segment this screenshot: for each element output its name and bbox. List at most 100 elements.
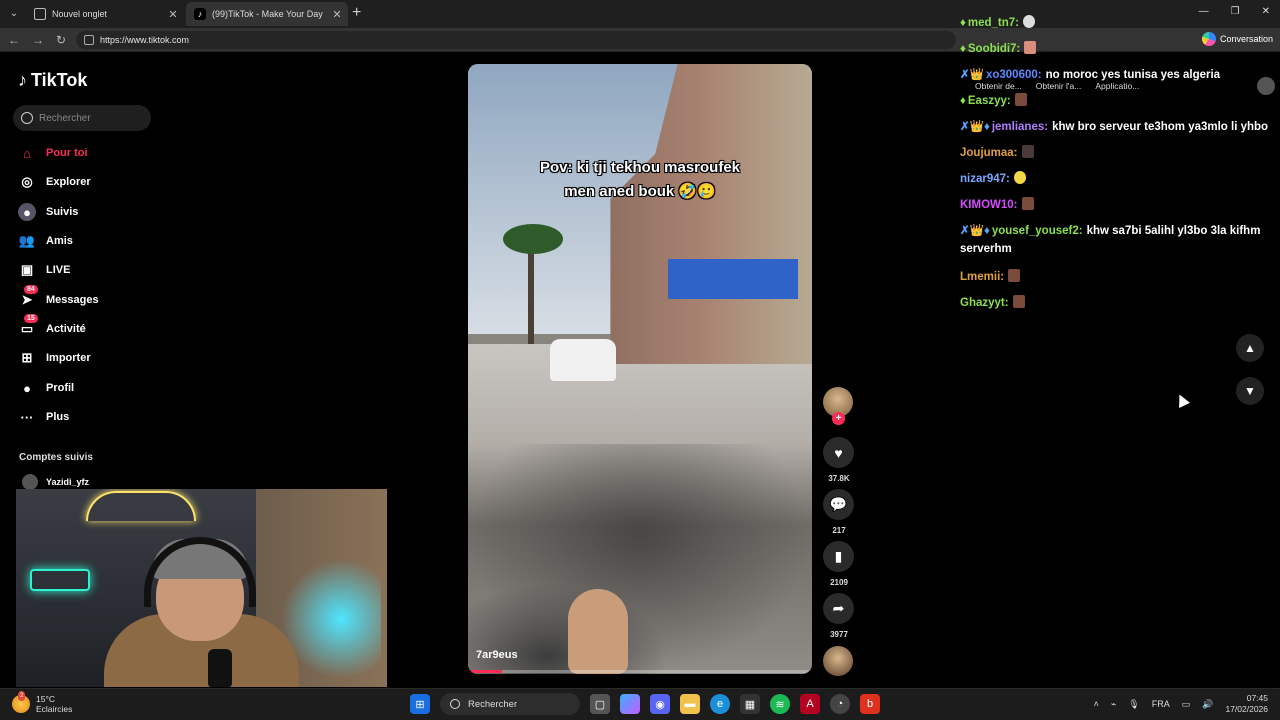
tiktok-note-icon: ♪	[18, 70, 27, 90]
store-icon[interactable]: ▦	[740, 694, 760, 714]
sidebar-item-explorer[interactable]: ◎ Explorer	[18, 171, 90, 193]
search-icon	[450, 699, 460, 709]
chat-text: khw bro serveur te3hom ya3mlo li yhbo	[1052, 121, 1269, 133]
save-count: 2109	[830, 578, 848, 587]
discord-icon[interactable]: ◉	[650, 694, 670, 714]
edge-browser-icon[interactable]: e	[710, 694, 730, 714]
volume-icon[interactable]: 🔊	[1202, 699, 1213, 710]
sidebar-item-importer[interactable]: ⊞ Importer	[18, 347, 91, 369]
video-player[interactable]: Pov: ki tji tekhou masroufek men aned bo…	[468, 64, 812, 674]
copilot-app-icon[interactable]	[620, 694, 640, 714]
chat-username: Lmemii:	[960, 271, 1005, 283]
back-arrow-icon[interactable]: ←	[8, 32, 20, 48]
address-bar[interactable]: https://www.tiktok.com	[76, 31, 956, 49]
webcam-overlay	[16, 489, 387, 687]
tab-actions-menu-icon[interactable]: ⌄	[6, 6, 22, 22]
followed-account-item[interactable]: Yazidi_yfz	[22, 474, 89, 490]
sidebar-item-label: Suivis	[46, 206, 79, 218]
tray-overflow-icon[interactable]: ˄	[1094, 699, 1099, 709]
share-arrow-icon: ➦	[832, 600, 845, 616]
extension-item[interactable]: Obtenir l'a...	[1036, 81, 1082, 91]
chat-badge: ♦	[960, 43, 966, 55]
refresh-icon[interactable]: ↻	[56, 32, 66, 48]
obs-icon[interactable]: ◔	[830, 694, 850, 714]
site-info-icon[interactable]	[84, 35, 94, 45]
video-hand	[568, 589, 628, 674]
close-tab-icon[interactable]: ✕	[330, 8, 344, 21]
profile-avatar-icon[interactable]	[1257, 77, 1275, 95]
comment-button[interactable]: 💬	[823, 489, 854, 520]
language-indicator[interactable]: FRA	[1152, 699, 1170, 709]
search-placeholder: Rechercher	[39, 112, 91, 124]
brand-name: TikTok	[31, 70, 88, 90]
tab-new-tab[interactable]: Nouvel onglet ✕	[26, 2, 184, 26]
video-palm-leaves	[503, 224, 563, 254]
chat-username: Easzyy:	[967, 95, 1011, 107]
save-button[interactable]: ▮	[823, 541, 854, 572]
sidebar-item-label: LIVE	[46, 264, 71, 276]
emote-icon	[1024, 41, 1037, 54]
emote-icon	[1023, 15, 1035, 28]
tiktok-logo[interactable]: ♪ TikTok	[18, 70, 87, 91]
weather-widget[interactable]: 2 15°C Eclaircies	[12, 691, 73, 714]
chat-badge: ✗👑♦	[960, 225, 990, 237]
spotify-icon[interactable]: ≋	[770, 694, 790, 714]
sound-disc[interactable]	[823, 646, 853, 676]
weather-desc: Eclaircies	[36, 704, 73, 714]
sidebar-item-label: Activité	[46, 323, 86, 335]
display-icon[interactable]: ▭	[1182, 699, 1191, 710]
followed-accounts-title: Comptes suivis	[19, 452, 93, 463]
chat-message: nizar947:	[960, 170, 1270, 188]
forward-arrow-icon[interactable]: →	[32, 32, 44, 48]
app-b-icon[interactable]: b	[860, 694, 880, 714]
task-view-icon[interactable]: ▢	[590, 694, 610, 714]
clock-date: 17/02/2026	[1225, 704, 1268, 714]
clock[interactable]: 07:45 17/02/2026	[1225, 693, 1268, 715]
sidebar-item-profil[interactable]: ● Profil	[18, 377, 74, 399]
sidebar-item-activite[interactable]: ▭ 15 Activité	[18, 314, 86, 340]
acrobat-icon[interactable]: A	[800, 694, 820, 714]
sidebar-item-amis[interactable]: 👥 Amis	[18, 230, 73, 252]
avatar	[22, 474, 38, 490]
extension-item[interactable]: Obtenir de...	[975, 81, 1022, 91]
like-button[interactable]: ♥	[823, 437, 854, 468]
extension-item[interactable]: Applicatio...	[1095, 81, 1139, 91]
video-progress-bar[interactable]	[468, 670, 812, 673]
chevron-up-icon: ▲	[1244, 341, 1256, 355]
tab-tiktok[interactable]: ♪ (99)TikTok - Make Your Day ✕	[186, 2, 348, 26]
sidebar-item-live[interactable]: ▣ LIVE	[18, 259, 71, 281]
caption-line: men aned bouk 🤣🥲	[564, 183, 716, 200]
file-explorer-icon[interactable]: ▬	[680, 694, 700, 714]
search-input[interactable]: Rechercher	[13, 105, 151, 131]
chat-message: ♦ med_tn7:	[960, 14, 1270, 32]
sidebar-item-messages[interactable]: ➤ 84 Messages	[18, 285, 99, 311]
close-tab-icon[interactable]: ✕	[166, 8, 180, 21]
messages-badge: 84	[24, 285, 38, 294]
upload-icon: ⊞	[21, 350, 33, 365]
video-shop-sign	[668, 259, 798, 299]
chat-username: Joujumaa:	[960, 147, 1018, 159]
sidebar-item-suivis[interactable]: ● Suivis	[18, 201, 78, 223]
next-video-button[interactable]: ▼	[1236, 377, 1264, 405]
sidebar-item-pour-toi[interactable]: ⌂ Pour toi	[18, 142, 88, 164]
chat-badge: ♦	[960, 17, 966, 29]
follow-plus-icon[interactable]: +	[832, 412, 845, 425]
like-count: 37.8K	[828, 474, 850, 483]
following-avatar-icon: ●	[18, 203, 36, 221]
new-tab-plus-icon[interactable]: +	[352, 5, 361, 21]
taskbar-search[interactable]: Rechercher	[440, 693, 580, 715]
chevron-down-icon: ▼	[1244, 384, 1256, 398]
emote-icon	[1013, 171, 1026, 184]
friends-icon: 👥	[18, 233, 36, 248]
share-button[interactable]: ➦	[823, 593, 854, 624]
video-author[interactable]: 7ar9eus	[476, 649, 518, 661]
sidebar-item-plus[interactable]: ··· Plus	[18, 406, 70, 428]
windows-start-icon[interactable]: ⊞	[410, 694, 430, 714]
page-icon	[34, 8, 46, 20]
weather-icon: 2	[12, 691, 30, 713]
microphone-icon[interactable]: 🎙	[1128, 699, 1139, 710]
chat-username: med_tn7:	[967, 17, 1019, 29]
previous-video-button[interactable]: ▲	[1236, 334, 1264, 362]
chat-message: KIMOW10:	[960, 196, 1270, 214]
network-icon[interactable]: ⌁	[1111, 699, 1116, 710]
